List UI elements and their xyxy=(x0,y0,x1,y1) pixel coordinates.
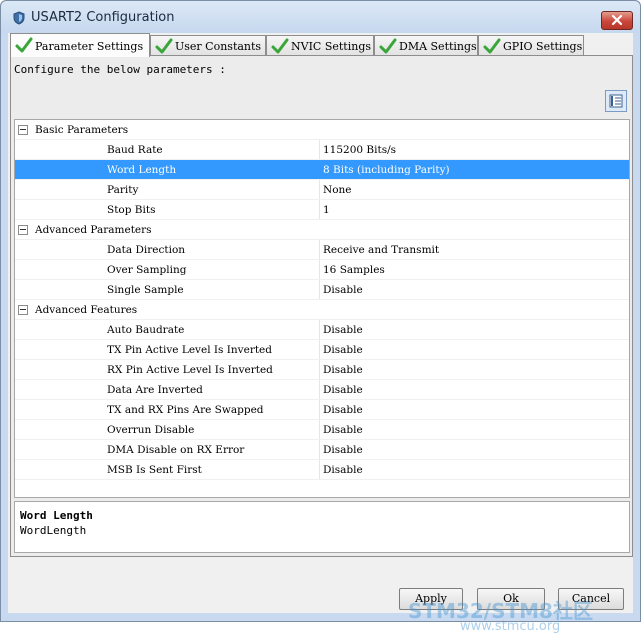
check-icon xyxy=(271,37,289,55)
tab-label: GPIO Settings xyxy=(503,40,583,53)
parameter-value[interactable]: None xyxy=(323,184,352,196)
parameter-name: Stop Bits xyxy=(107,204,156,216)
check-icon xyxy=(15,36,33,54)
parameter-value[interactable]: Disable xyxy=(323,284,363,296)
parameter-value[interactable]: Disable xyxy=(323,404,363,416)
group-name: Advanced Parameters xyxy=(35,224,152,236)
parameter-value[interactable]: 115200 Bits/s xyxy=(323,144,396,156)
configure-label: Configure the below parameters : xyxy=(14,63,226,76)
tab-nvic-settings[interactable]: NVIC Settings xyxy=(266,35,374,56)
check-icon xyxy=(155,37,173,55)
shield-icon xyxy=(12,11,26,25)
parameter-row[interactable]: Single Sample Disable xyxy=(15,280,629,300)
parameter-name: Data Are Inverted xyxy=(107,384,203,396)
parameter-grid: Basic Parameters Baud Rate 115200 Bits/s Wo… xyxy=(14,119,630,498)
parameter-value[interactable]: 1 xyxy=(323,204,330,216)
parameter-row[interactable]: Word Length 8 Bits (including Parity) xyxy=(15,160,629,180)
group-name: Basic Parameters xyxy=(35,124,129,136)
parameter-name: Auto Baudrate xyxy=(107,324,185,336)
parameter-value[interactable]: Disable xyxy=(323,464,363,476)
dialog-body: Parameter Settings User Constants NVIC S… xyxy=(8,33,633,634)
parameter-row[interactable]: DMA Disable on RX Error Disable xyxy=(15,440,629,460)
collapse-icon[interactable] xyxy=(18,305,28,315)
parameter-name: Baud Rate xyxy=(107,144,163,156)
title-bar: USART2 Configuration xyxy=(1,1,640,33)
parameter-row[interactable]: Parity None xyxy=(15,180,629,200)
parameter-value[interactable]: 16 Samples xyxy=(323,264,385,276)
parameter-name: Data Direction xyxy=(107,244,186,256)
tab-gpio-settings[interactable]: GPIO Settings xyxy=(478,35,584,56)
parameter-value[interactable]: Disable xyxy=(323,384,363,396)
parameter-row[interactable]: Baud Rate 115200 Bits/s xyxy=(15,140,629,160)
check-icon xyxy=(483,37,501,55)
tab-label: NVIC Settings xyxy=(291,40,372,53)
parameter-value[interactable]: Disable xyxy=(323,444,363,456)
group-row[interactable]: Basic Parameters xyxy=(15,120,629,140)
parameter-row[interactable]: Auto Baudrate Disable xyxy=(15,320,629,340)
parameter-value[interactable]: Disable xyxy=(323,344,363,356)
collapse-icon[interactable] xyxy=(18,125,28,135)
check-icon xyxy=(379,37,397,55)
parameter-value[interactable]: 8 Bits (including Parity) xyxy=(323,164,450,176)
parameter-name: Over Sampling xyxy=(107,264,187,276)
tab-dma-settings[interactable]: DMA Settings xyxy=(374,35,478,56)
parameter-name: DMA Disable on RX Error xyxy=(107,444,245,456)
parameter-name: Parity xyxy=(107,184,139,196)
parameter-name: Word Length xyxy=(107,164,177,176)
parameter-row[interactable]: Data Are Inverted Disable xyxy=(15,380,629,400)
parameter-name: TX Pin Active Level Is Inverted xyxy=(107,344,272,356)
group-row[interactable]: Advanced Features xyxy=(15,300,629,320)
parameter-name: RX Pin Active Level Is Inverted xyxy=(107,364,273,376)
parameter-row[interactable]: Over Sampling 16 Samples xyxy=(15,260,629,280)
tab-label: DMA Settings xyxy=(399,40,477,53)
tab-user-constants[interactable]: User Constants xyxy=(150,35,266,56)
description-title: Word Length xyxy=(20,509,93,522)
description-panel: Word Length WordLength xyxy=(14,501,630,553)
parameter-value[interactable]: Disable xyxy=(323,324,363,336)
parameter-row[interactable]: Stop Bits 1 xyxy=(15,200,629,220)
description-id: WordLength xyxy=(20,524,87,537)
parameter-row[interactable]: MSB Is Sent First Disable xyxy=(15,460,629,480)
group-row[interactable]: Advanced Parameters xyxy=(15,220,629,240)
parameter-value[interactable]: Disable xyxy=(323,364,363,376)
parameter-row[interactable]: RX Pin Active Level Is Inverted Disable xyxy=(15,360,629,380)
parameter-name: MSB Is Sent First xyxy=(107,464,202,476)
group-name: Advanced Features xyxy=(35,304,138,316)
tab-parameter-settings[interactable]: Parameter Settings xyxy=(10,33,150,57)
grid-view-button[interactable] xyxy=(605,90,627,112)
window-title: USART2 Configuration xyxy=(31,10,175,25)
parameter-value[interactable]: Receive and Transmit xyxy=(323,244,439,256)
tab-label: Parameter Settings xyxy=(35,40,144,53)
parameter-row[interactable]: TX Pin Active Level Is Inverted Disable xyxy=(15,340,629,360)
parameter-value[interactable]: Disable xyxy=(323,424,363,436)
parameter-name: Single Sample xyxy=(107,284,184,296)
collapse-icon[interactable] xyxy=(18,225,28,235)
parameter-name: Overrun Disable xyxy=(107,424,195,436)
parameter-row[interactable]: Data Direction Receive and Transmit xyxy=(15,240,629,260)
tab-label: User Constants xyxy=(175,40,262,53)
usart2-config-window: USART2 Configuration Parameter Settings … xyxy=(0,0,641,634)
parameter-row[interactable]: TX and RX Pins Are Swapped Disable xyxy=(15,400,629,420)
parameter-row[interactable]: Overrun Disable Disable xyxy=(15,420,629,440)
watermark-url-text: www.stmcu.org xyxy=(460,619,561,634)
tab-panel-parameter-settings: Configure the below parameters : Basic P… xyxy=(10,55,633,557)
close-button[interactable] xyxy=(601,11,633,30)
parameter-name: TX and RX Pins Are Swapped xyxy=(107,404,264,416)
